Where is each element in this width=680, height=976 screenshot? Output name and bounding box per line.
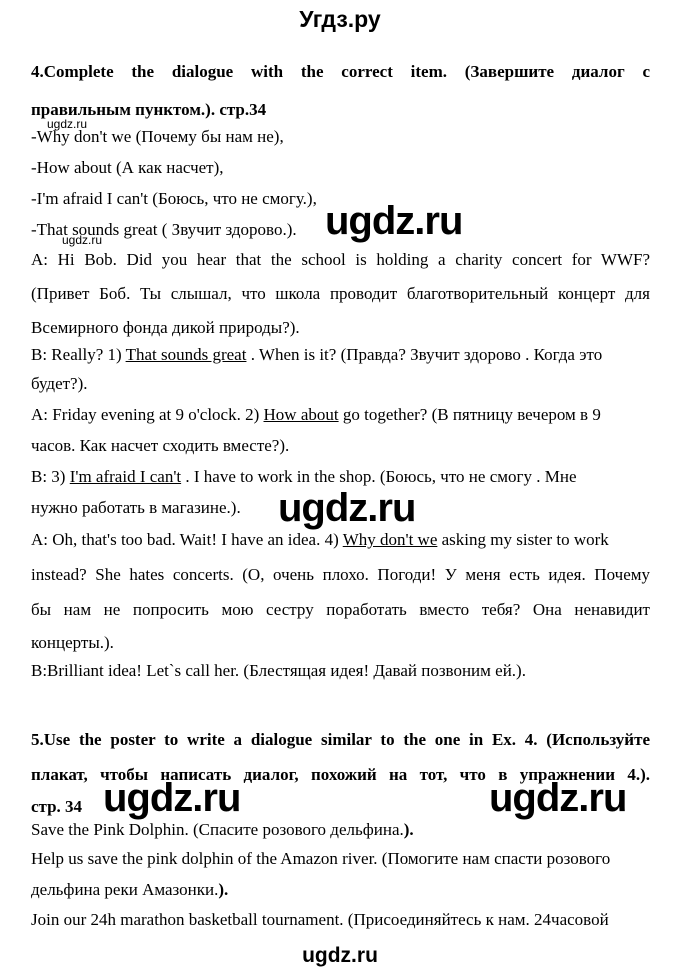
dialogue-line: instead? She hates concerts. (О, очень п… [31,565,650,584]
answer-1: That sounds great [125,345,247,364]
option-item: -Why don't we (Почему бы нам не), [31,127,284,146]
poster-line: Join our 24h marathon basketball tournam… [31,910,609,930]
dialogue-line: B: Really? 1) That sounds great . When i… [31,345,602,365]
answer-4: Why don't we [342,530,438,549]
dialogue-line: концерты.). [31,633,114,652]
exercise-4-title-line-1: 4.Complete the dialogue with the correct… [31,62,650,81]
dialogue-text: B: 3) [31,467,70,486]
dialogue-line: A: Hi Bob. Did you hear that the school … [31,250,650,269]
poster-text-tail: ). [403,820,414,839]
dialogue-text: . When is it? (Правда? Звучит здорово . … [246,345,603,364]
dialogue-line: (Привет Боб. Ты слышал, что школа провод… [31,284,650,303]
poster-text: Save the Pink Dolphin. (Спасите розового… [31,820,404,839]
dialogue-text: A: Friday evening at 9 o'clock. 2) [31,405,264,424]
watermark-large: ugdz.ru [489,776,627,820]
dialogue-text: go together? (В пятницу вечером в 9 [338,405,601,424]
poster-line: Save the Pink Dolphin. (Спасите розового… [31,820,414,840]
poster-text-tail: ). [218,880,229,899]
dialogue-line: A: Friday evening at 9 o'clock. 2) How a… [31,405,601,425]
dialogue-line: часов. Как насчет сходить вместе?). [31,436,290,455]
dialogue-line: B: 3) I'm afraid I can't . I have to wor… [31,467,576,487]
site-footer-watermark: ugdz.ru [302,944,378,967]
dialogue-line: Всемирного фонда дикой природы?). [31,318,300,337]
dialogue-text: asking my sister to work [437,530,609,549]
dialogue-line: будет?). [31,374,88,393]
exercise-5-title-line-1: 5.Use the poster to write a dialogue sim… [31,730,650,749]
exercise-5-title-line-3: стр. 34 [31,797,83,816]
poster-line: Help us save the pink dolphin of the Ama… [31,849,610,869]
watermark-large: ugdz.ru [103,776,241,820]
dialogue-line: бы нам не попросить мою сестру поработат… [31,600,650,619]
watermark-large: ugdz.ru [325,199,463,243]
dialogue-text: A: Oh, that's too bad. Wait! I have an i… [31,530,343,549]
dialogue-line: B:Brilliant idea! Let`s call her. (Блест… [31,661,526,680]
dialogue-text: . I have to work in the shop. (Боюсь, чт… [181,467,577,486]
poster-text: Help us save the pink dolphin of the Ama… [31,849,611,868]
poster-line: дельфина реки Амазонки.). [31,880,228,900]
site-header-title: Угдз.ру [299,6,381,32]
watermark-small: ugdz.ru [62,233,103,247]
dialogue-text: B: Really? 1) [31,345,126,364]
poster-text: Join our 24h marathon basketball tournam… [31,910,609,929]
option-item: -I'm afraid I can't (Боюсь, что не смогу… [31,189,317,208]
answer-3: I'm afraid I can't [69,467,182,486]
answer-2: How about [263,405,339,424]
dialogue-line: A: Oh, that's too bad. Wait! I have an i… [31,530,609,550]
dialogue-line: нужно работать в магазине.). [31,498,241,517]
poster-text: дельфина реки Амазонки. [31,880,219,899]
option-item: -How about (А как насчет), [31,158,224,177]
watermark-large: ugdz.ru [278,486,416,530]
